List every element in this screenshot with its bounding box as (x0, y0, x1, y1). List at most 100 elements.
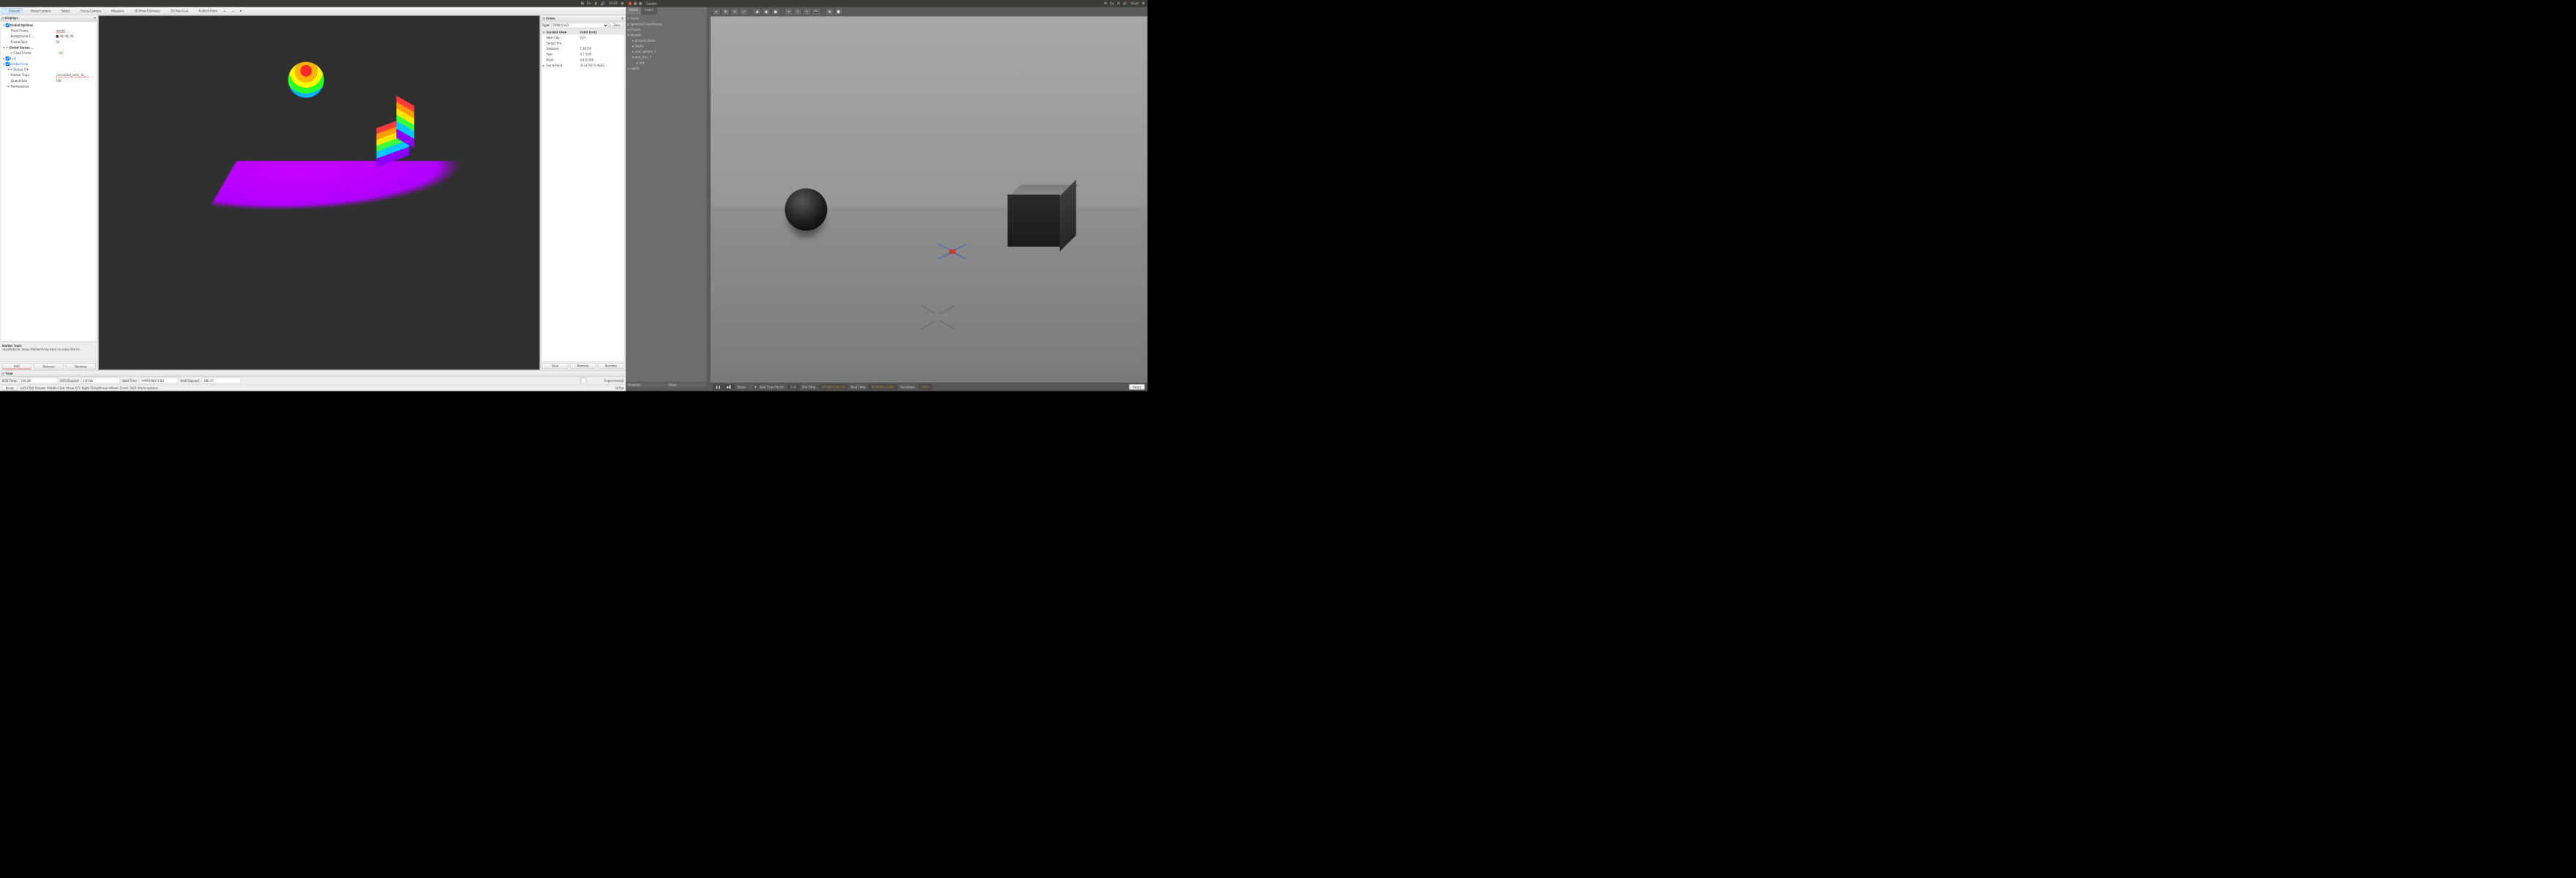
ros-time-field[interactable] (19, 378, 58, 383)
tree-row[interactable]: Fixed Frameworld (1, 28, 97, 34)
wall-elapsed-label: Wall Elapsed: (181, 379, 200, 383)
step-button[interactable]: ▶▌ (724, 384, 734, 389)
keyboard-indicator[interactable]: En (587, 1, 591, 5)
reset-button[interactable]: Reset (2, 385, 18, 391)
gazebo-tree-node[interactable]: ▸firefly (626, 43, 706, 49)
tool-measure[interactable]: Measure (104, 8, 127, 14)
tree-row[interactable]: Queue Size100 (1, 78, 97, 83)
window-max-icon[interactable] (639, 2, 642, 5)
sound-icon[interactable]: 🔊 (601, 1, 605, 6)
tool-publish-point[interactable]: Publish Point (191, 8, 220, 14)
displays-tree[interactable]: ▾Global OptionsFixed FrameworldBackgroun… (1, 21, 97, 341)
window-close-icon[interactable] (629, 2, 632, 5)
rviz-3d-view[interactable] (99, 15, 540, 369)
mail-icon[interactable]: ✉ (1104, 1, 1107, 5)
tool-focus-camera[interactable]: Focus Camera (73, 8, 103, 14)
gazebo-tree-node[interactable]: ▾unit_box_1 (626, 54, 706, 60)
mail-icon[interactable]: ✉ (581, 1, 584, 6)
gazebo-tree-node[interactable]: ▸Lights (626, 66, 706, 72)
sphere-icon[interactable]: ● (763, 8, 771, 15)
views-row[interactable]: ▾Current ViewOrbit (rviz) (542, 29, 624, 35)
tree-row[interactable]: Frame Rate30 (1, 39, 97, 45)
gear-icon[interactable]: ⚙ (621, 1, 624, 6)
zero-button[interactable]: Zero (610, 23, 624, 29)
box-icon[interactable]: ◼ (753, 8, 761, 15)
tool-move-camera[interactable]: Move Camera (23, 8, 53, 14)
tree-row[interactable]: ✔Fixed FrameOK (1, 50, 97, 56)
views-row[interactable]: Distance7.30724 (542, 46, 624, 52)
menu-icon[interactable]: ▾ (238, 8, 244, 14)
tree-row[interactable]: ▾MarkerArray (1, 61, 97, 67)
expand-icon[interactable]: ◳ (1, 372, 4, 375)
tree-row[interactable]: Marker Topic/occupied_cells_vis_… (1, 72, 97, 78)
gazebo-3d-view[interactable] (711, 16, 1147, 383)
tree-row[interactable]: ▸Namespaces (1, 83, 97, 89)
light-point-icon[interactable]: ✦ (785, 8, 793, 15)
tree-row[interactable]: ▾✔Global Status:… (1, 45, 97, 50)
views-row[interactable]: Near Clip …0.01 (542, 35, 624, 41)
tool-2d-nav[interactable]: 2D Nav Goal (163, 8, 191, 14)
wall-time-field[interactable] (140, 378, 179, 383)
tab-insert[interactable]: Insert (642, 7, 657, 15)
keyboard-indicator[interactable]: En (1110, 1, 1114, 5)
pointer-icon[interactable]: ➤ (713, 8, 721, 15)
gazebo-tree-node[interactable]: ▸link (626, 60, 706, 66)
minus-icon[interactable]: － (229, 7, 237, 14)
rename-button[interactable]: Rename (66, 364, 95, 369)
reset-button[interactable]: Reset (1129, 384, 1145, 390)
gazebo-tree-node[interactable]: ▸Physics (626, 27, 706, 33)
views-tree[interactable]: ▾Current ViewOrbit (rviz)Near Clip …0.01… (542, 29, 625, 362)
gear-icon[interactable]: ⚙ (1142, 1, 1145, 5)
tool-2d-pose[interactable]: 2D Pose Estimate (127, 8, 162, 14)
paste-icon[interactable]: 📋 (835, 8, 843, 15)
network-icon[interactable]: ⇵ (594, 1, 597, 6)
gazebo-tree-node[interactable]: ▾Models (626, 32, 706, 38)
light-spot-icon[interactable]: ☼ (794, 8, 802, 15)
views-type-select[interactable]: Orbit (rviz) (551, 23, 608, 28)
gazebo-tree-node[interactable]: ▸Scene (626, 15, 706, 21)
tree-row[interactable]: ▾✔Status: Ok (1, 67, 97, 72)
rename-button[interactable]: Rename (598, 363, 624, 369)
pin-icon (193, 9, 197, 12)
tab-world[interactable]: World (626, 7, 641, 15)
network-icon[interactable]: ⇵ (1117, 1, 1120, 5)
plus-icon[interactable]: ＋ (221, 7, 229, 14)
views-row[interactable]: ▸Focal Point-0.33742; 0.4605… (542, 63, 624, 69)
clock[interactable]: 10:20 (608, 1, 617, 5)
wall-elapsed-field[interactable] (202, 378, 241, 383)
gazebo-tree-node[interactable]: ▸unit_sphere_1 (626, 49, 706, 55)
close-icon[interactable]: ✕ (94, 15, 97, 20)
light-dir-icon[interactable]: ➷ (803, 8, 811, 15)
cylinder-icon[interactable]: ■ (771, 8, 779, 15)
scale-icon[interactable]: ⤢ (740, 8, 748, 15)
remove-button[interactable]: Remove (570, 363, 596, 369)
rotate-icon[interactable]: ⟳ (731, 8, 739, 15)
copy-icon[interactable]: ⧉ (825, 8, 834, 15)
views-row[interactable]: Yaw3.11039 (542, 51, 624, 57)
tree-row[interactable]: Background C…■ 48; 48; 48 (1, 34, 97, 40)
views-row[interactable]: Target Fra… (542, 40, 624, 46)
expand-icon[interactable]: ◳ (1, 16, 4, 20)
close-icon[interactable]: ✕ (621, 15, 624, 21)
add-button[interactable]: Add (2, 364, 31, 369)
views-row[interactable]: Pitch0.835398 (542, 57, 624, 63)
remove-button[interactable]: Remove (34, 364, 63, 369)
ros-elapsed-field[interactable] (81, 378, 120, 383)
translate-icon[interactable]: ✥ (722, 8, 730, 15)
chevron-down-icon[interactable]: ▾ (755, 385, 756, 389)
gazebo-world-tree[interactable]: ▸Scene▸Spherical Coordinates▸Physics▾Mod… (626, 15, 707, 382)
clock[interactable]: 10:20 (1131, 1, 1139, 5)
tree-row[interactable]: ▸Grid (1, 56, 97, 61)
sound-icon[interactable]: 🔊 (1123, 1, 1128, 5)
window-min-icon[interactable] (634, 2, 637, 5)
pause-button[interactable]: ❚❚ (714, 384, 724, 389)
expand-icon[interactable]: ◳ (542, 17, 545, 20)
experimental-checkbox[interactable] (564, 378, 603, 383)
gazebo-tree-node[interactable]: ▸ground_plane (626, 38, 706, 44)
tool-interact[interactable]: Interact (1, 8, 23, 14)
gazebo-tree-node[interactable]: ▸Spherical Coordinates (626, 21, 706, 27)
tree-row[interactable]: ▾Global Options (1, 23, 97, 29)
camera-icon[interactable]: 📷 (812, 8, 820, 15)
save-button[interactable]: Save (542, 363, 568, 369)
tool-select[interactable]: Select (53, 8, 72, 14)
